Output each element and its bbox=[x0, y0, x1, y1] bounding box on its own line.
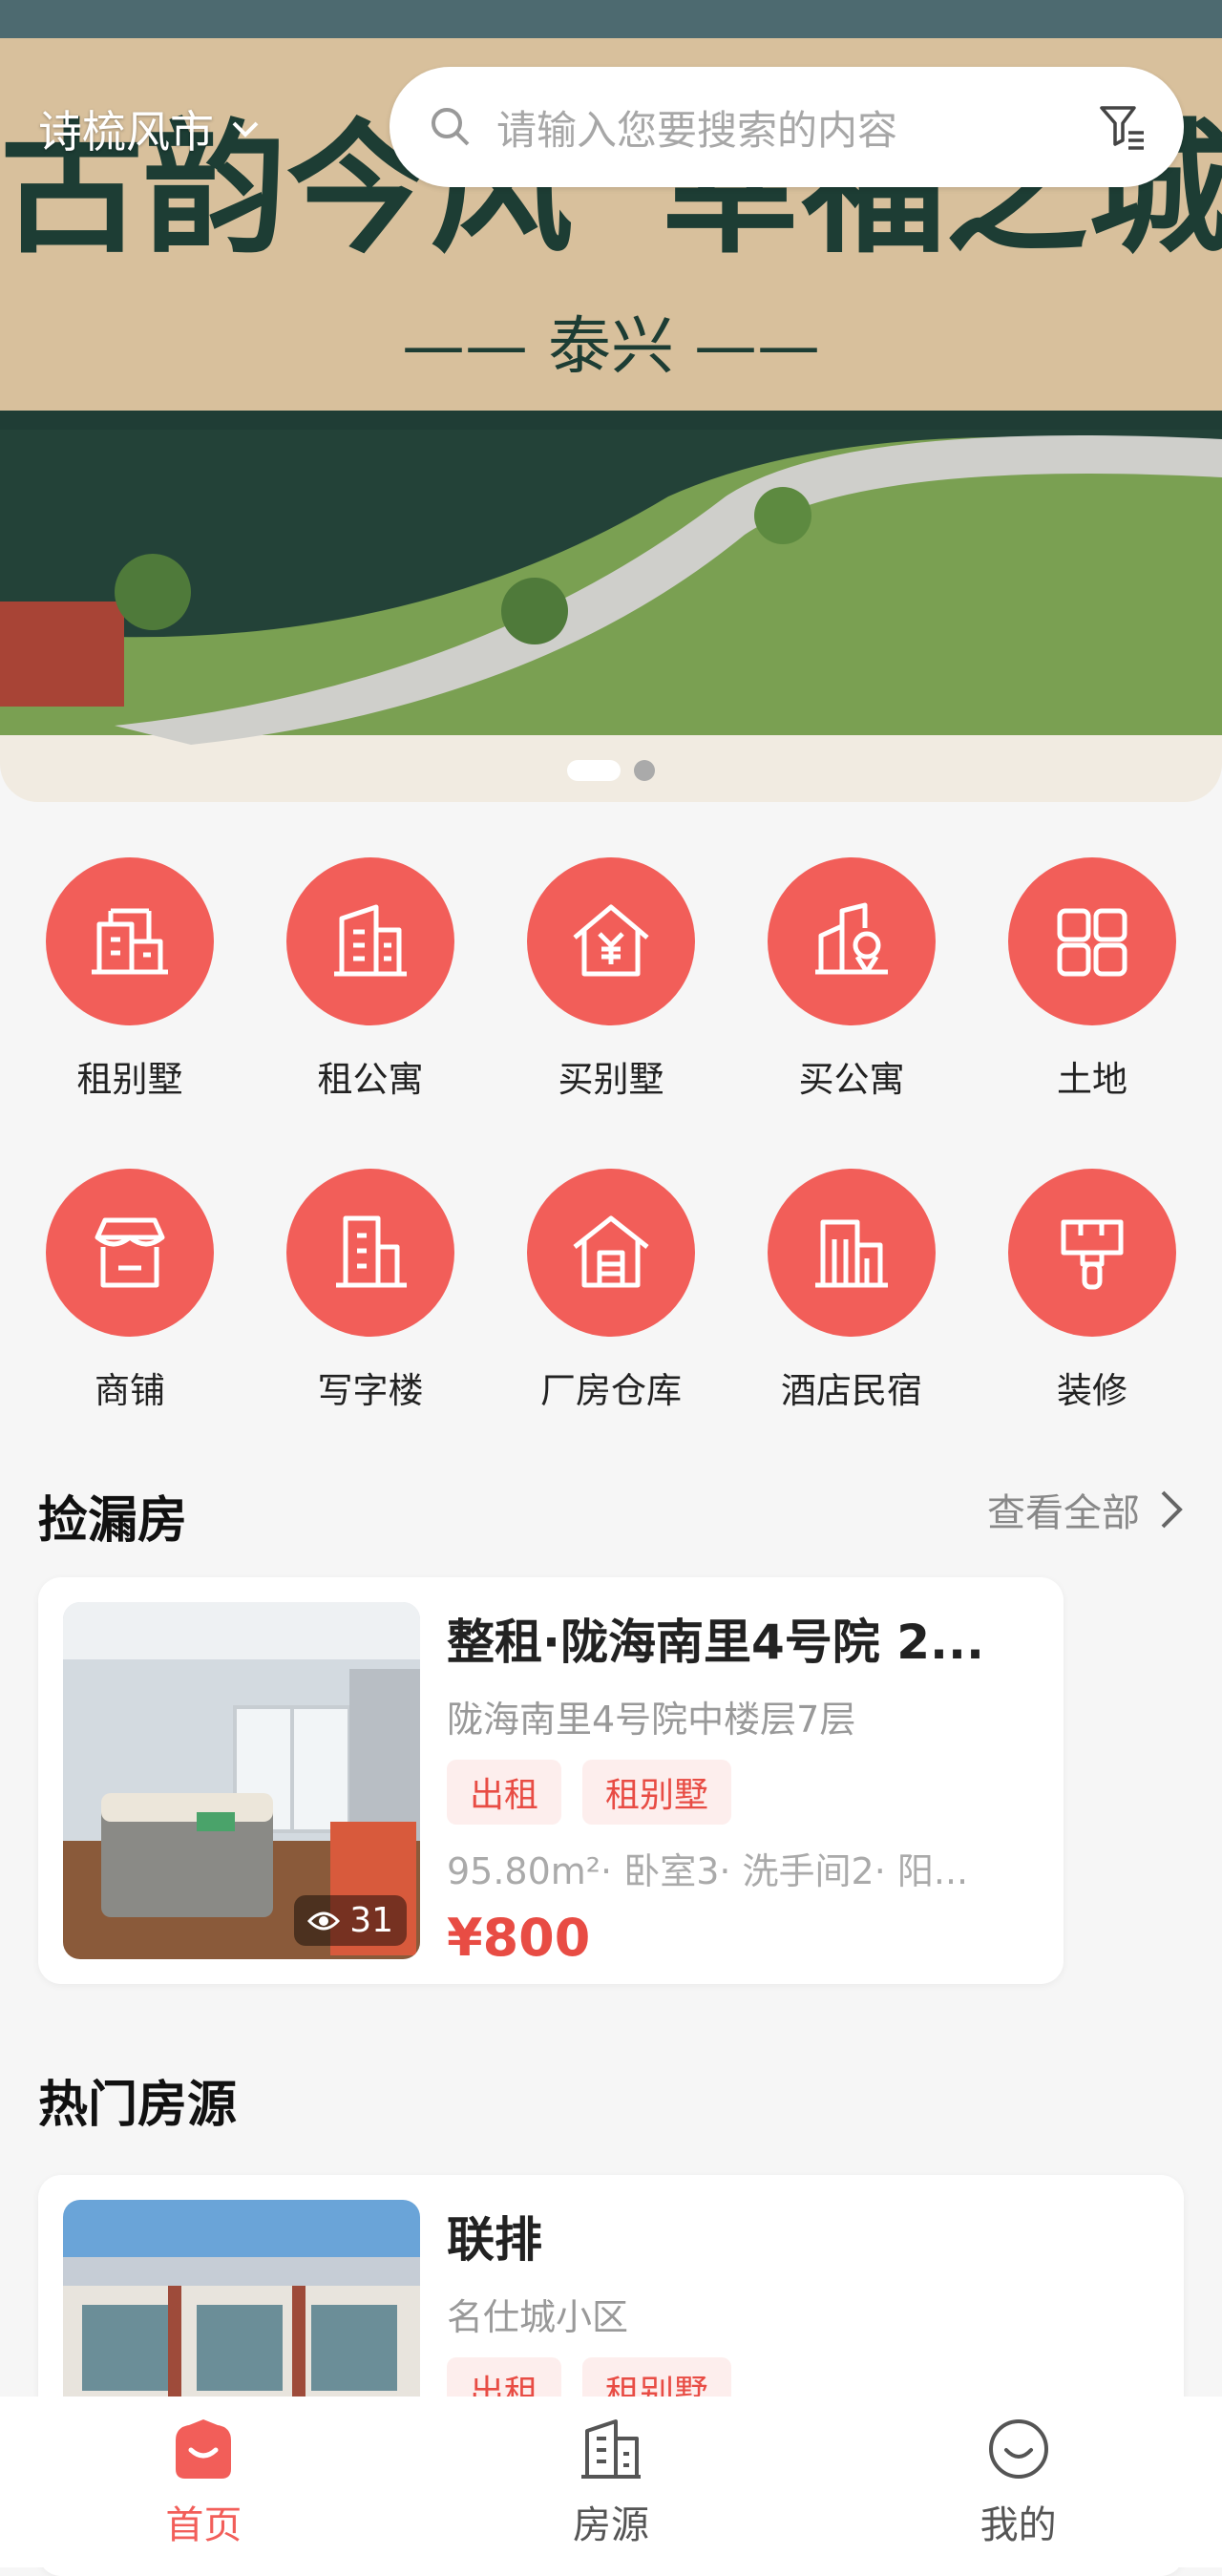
city-name: 诗梳风市 bbox=[38, 106, 214, 158]
banner-subtitle: —— 泰兴 —— bbox=[402, 309, 820, 383]
tab-label: 我的 bbox=[980, 2502, 1057, 2547]
hotel-icon bbox=[815, 1219, 888, 1288]
listing-tags: 出租 租别墅 bbox=[447, 1760, 1039, 1825]
category-rent-villa[interactable]: 租别墅 bbox=[46, 857, 214, 1102]
category-label: 买别墅 bbox=[558, 1059, 664, 1100]
category-rent-apartment[interactable]: 租公寓 bbox=[286, 857, 454, 1102]
category-buy-apartment[interactable]: 买公寓 bbox=[768, 857, 936, 1102]
building-icon bbox=[580, 2418, 641, 2479]
category-grid: 租别墅 租公寓 买别墅 买公寓 土地 商铺 写字楼 厂房仓库 酒店民宿 装修 bbox=[0, 857, 1222, 1480]
view-count-value: 31 bbox=[349, 1901, 393, 1940]
apartment-icon bbox=[334, 904, 407, 977]
carousel-indicator bbox=[0, 760, 1222, 781]
category-label: 租别墅 bbox=[76, 1059, 183, 1100]
listing-image: 31 bbox=[63, 1602, 420, 1959]
category-label: 商铺 bbox=[95, 1370, 165, 1411]
banner-carousel[interactable]: 古韵今风 幸福之城 —— 泰兴 —— 诗梳风市 请输入您要搜索的内容 bbox=[0, 0, 1222, 802]
search-icon bbox=[432, 108, 470, 146]
eye-icon bbox=[307, 1911, 341, 1930]
section-title-bargain: 捡漏房 bbox=[38, 1492, 188, 1550]
villa-icon bbox=[92, 908, 168, 975]
listing-address: 陇海南里4号院中楼层7层 bbox=[447, 1699, 856, 1741]
carousel-dot-active[interactable] bbox=[567, 760, 621, 781]
category-office[interactable]: 写字楼 bbox=[286, 1169, 454, 1413]
filter-icon[interactable] bbox=[1096, 100, 1149, 154]
chevron-right-icon bbox=[1161, 1490, 1183, 1529]
listing-card-bargain[interactable]: 31 整租·陇海南里4号院 2... 陇海南里4号院中楼层7层 出租 租别墅 9… bbox=[38, 1577, 1064, 1984]
category-label: 买公寓 bbox=[798, 1059, 905, 1100]
tag-rent: 出租 bbox=[447, 1760, 562, 1825]
listing-price: ¥800 bbox=[447, 1908, 591, 1968]
category-land[interactable]: 土地 bbox=[1008, 857, 1176, 1102]
tab-houses[interactable]: 房源 bbox=[487, 2416, 735, 2549]
category-warehouse[interactable]: 厂房仓库 bbox=[527, 1169, 695, 1413]
category-label: 土地 bbox=[1057, 1059, 1127, 1100]
smile-icon bbox=[988, 2418, 1048, 2479]
category-buy-villa[interactable]: 买别墅 bbox=[527, 857, 695, 1102]
listing-title: 整租·陇海南里4号院 2... bbox=[447, 1615, 984, 1670]
shop-icon bbox=[95, 1217, 165, 1288]
buy-house-icon bbox=[573, 904, 649, 977]
city-selector[interactable]: 诗梳风市 bbox=[38, 97, 260, 160]
category-label: 租公寓 bbox=[317, 1059, 424, 1100]
category-hotel[interactable]: 酒店民宿 bbox=[768, 1169, 936, 1413]
section-title-hot: 热门房源 bbox=[38, 2077, 238, 2134]
category-label: 酒店民宿 bbox=[781, 1370, 922, 1411]
category-label: 写字楼 bbox=[317, 1370, 424, 1411]
tag-villa: 租别墅 bbox=[582, 1760, 732, 1825]
bottom-tab-bar: 首页 房源 我的 bbox=[0, 2397, 1222, 2567]
listing-address: 名仕城小区 bbox=[447, 2296, 629, 2338]
carousel-dot[interactable] bbox=[634, 760, 655, 781]
category-shop[interactable]: 商铺 bbox=[46, 1169, 214, 1413]
home-icon bbox=[176, 2418, 232, 2479]
land-icon bbox=[1057, 908, 1127, 977]
office-icon bbox=[336, 1215, 407, 1288]
tab-label: 首页 bbox=[165, 2502, 242, 2547]
buy-apartment-icon bbox=[815, 902, 888, 975]
tab-home[interactable]: 首页 bbox=[79, 2416, 327, 2549]
warehouse-icon bbox=[573, 1215, 649, 1288]
chevron-down-icon bbox=[232, 121, 259, 137]
category-label: 厂房仓库 bbox=[540, 1370, 682, 1411]
paint-brush-icon bbox=[1061, 1219, 1124, 1290]
search-bar[interactable]: 请输入您要搜索的内容 bbox=[390, 67, 1184, 187]
listing-meta: 95.80m²· 卧室3· 洗手间2· 阳... bbox=[447, 1850, 969, 1892]
category-label: 装修 bbox=[1057, 1370, 1127, 1411]
view-count: 31 bbox=[294, 1895, 407, 1946]
tab-mine[interactable]: 我的 bbox=[895, 2416, 1143, 2549]
view-all-link[interactable]: 查看全部 bbox=[987, 1482, 1184, 1537]
tab-label: 房源 bbox=[572, 2502, 649, 2547]
view-all-label: 查看全部 bbox=[987, 1491, 1140, 1535]
category-decoration[interactable]: 装修 bbox=[1008, 1169, 1176, 1413]
search-input[interactable]: 请输入您要搜索的内容 bbox=[496, 98, 1096, 157]
listing-title: 联排 bbox=[447, 2212, 542, 2268]
